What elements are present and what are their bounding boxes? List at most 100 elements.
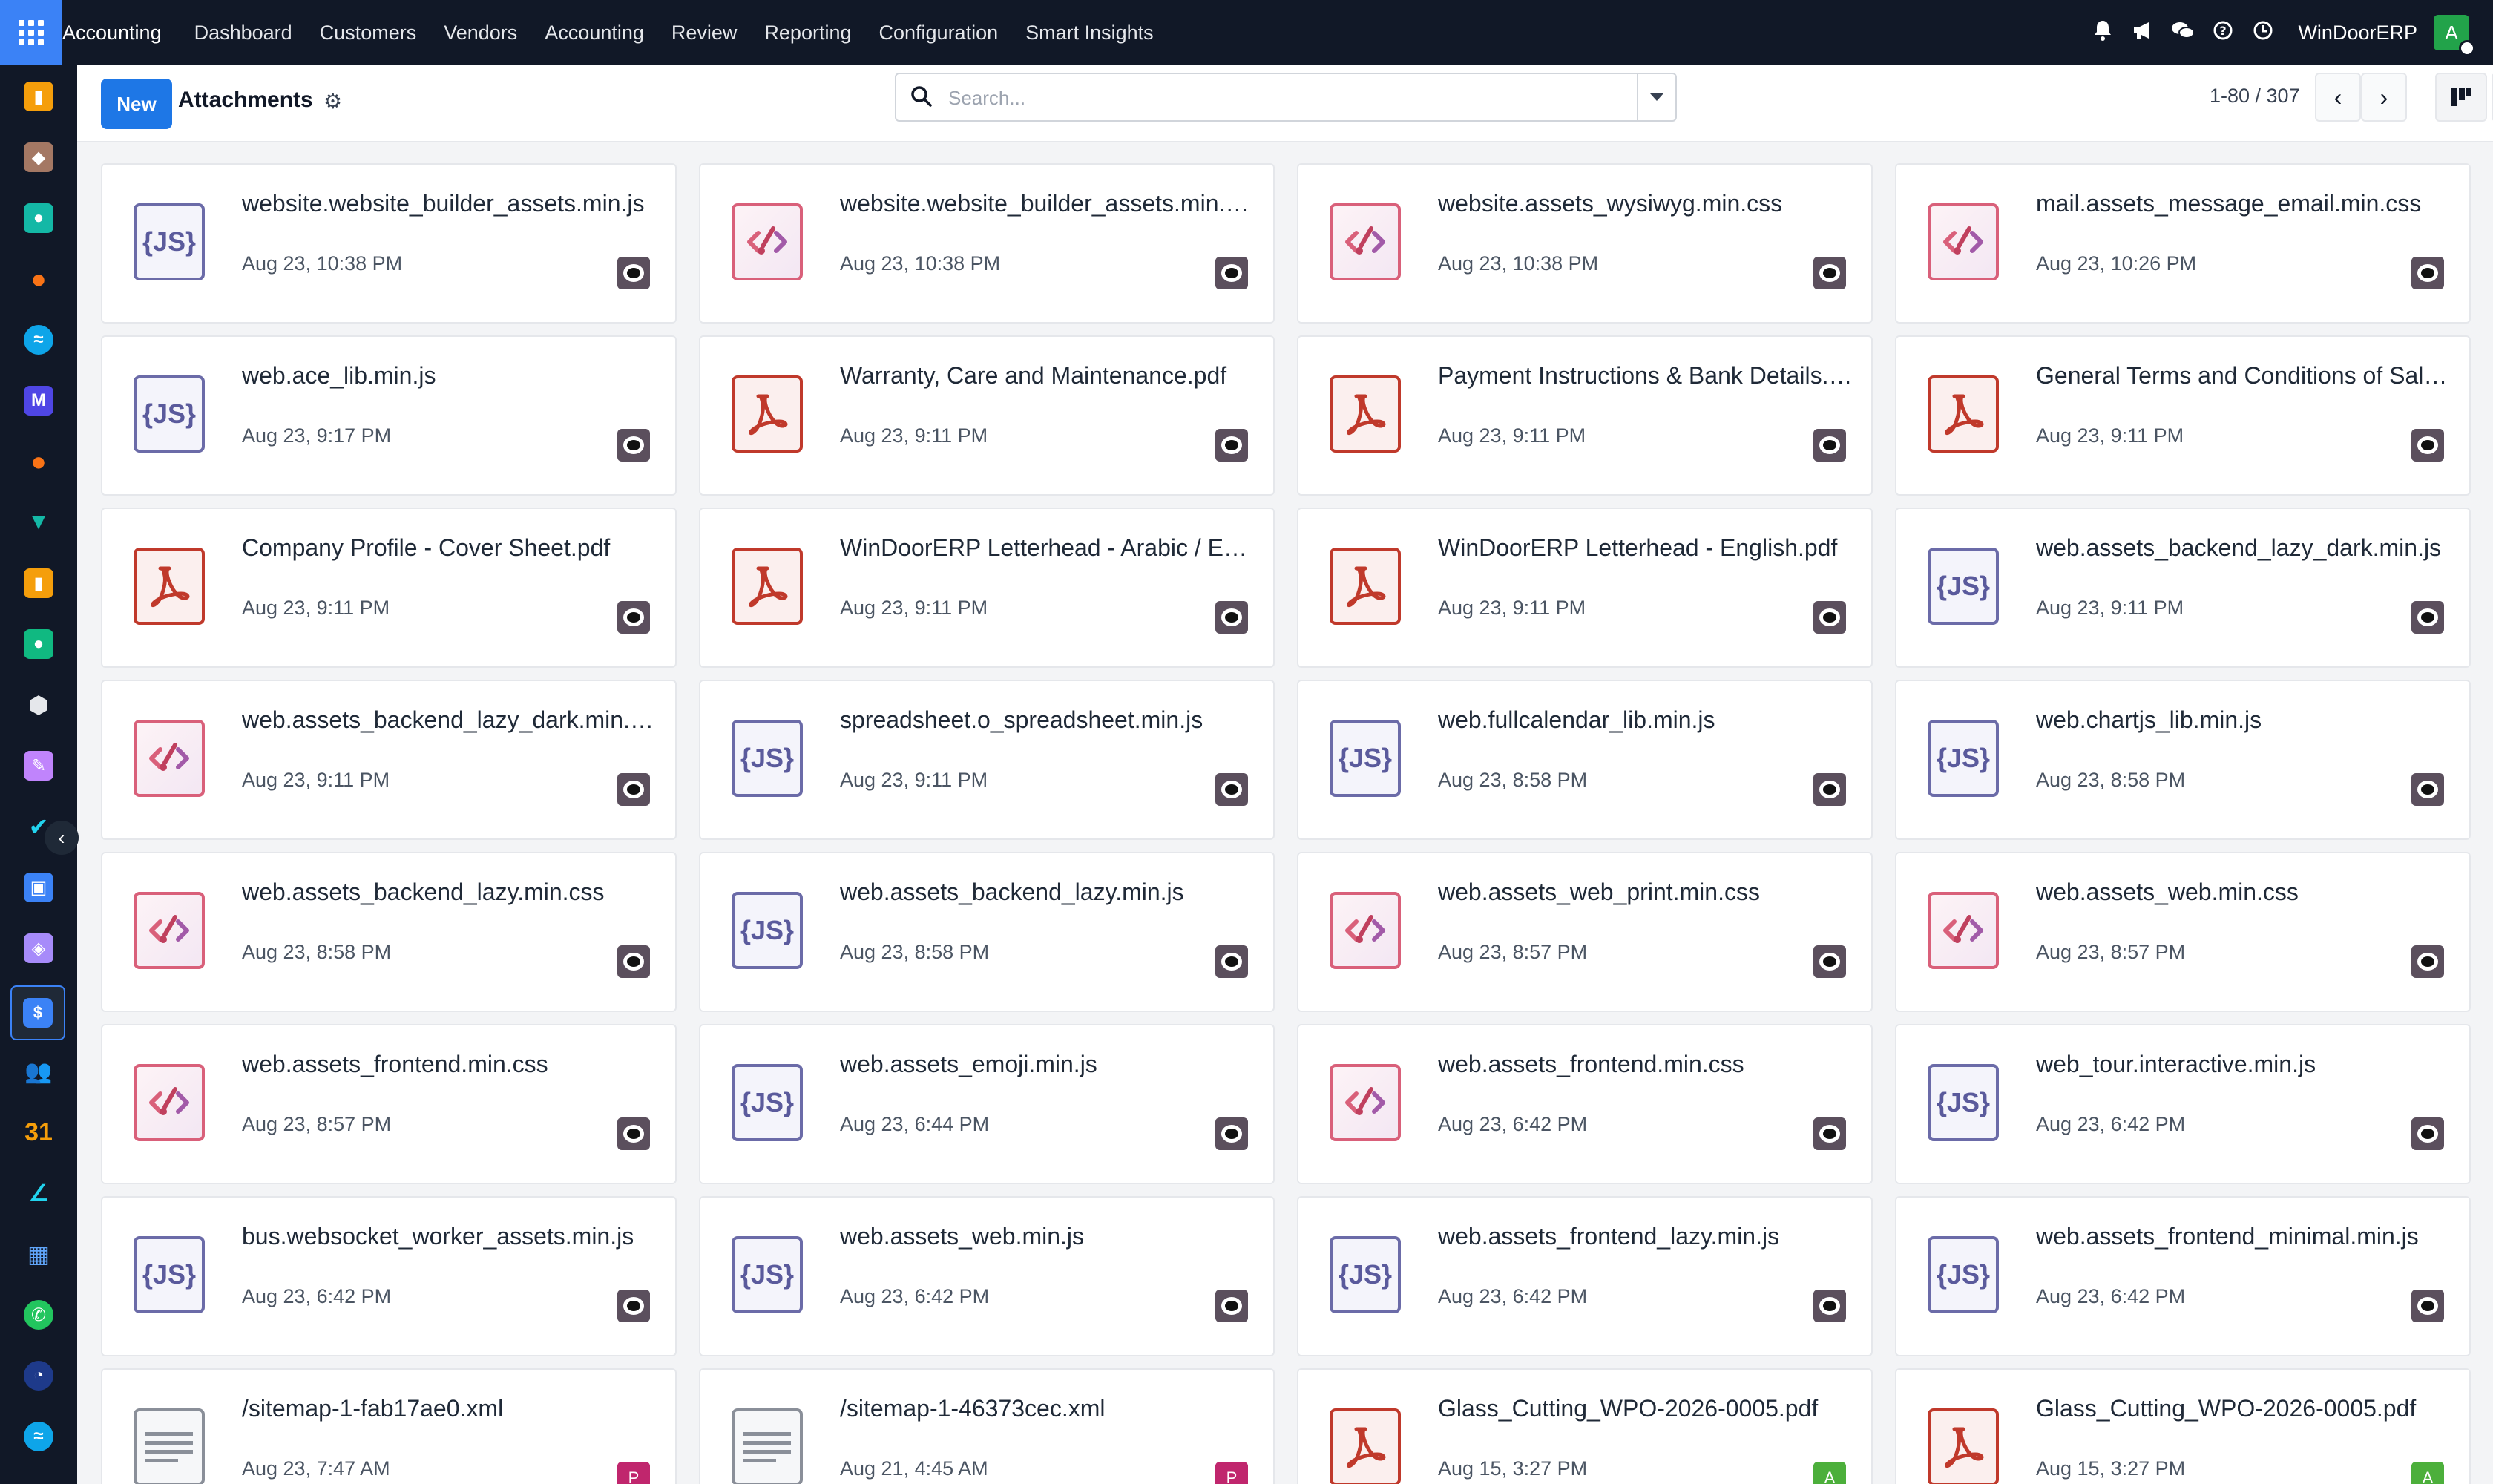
pdf-file-icon[interactable] — [134, 548, 205, 625]
rail-app-rental-icon[interactable]: ◆ — [24, 142, 53, 172]
attachment-card[interactable]: website.assets_wysiwyg.min.css Aug 23, 10… — [1297, 163, 1873, 324]
menu-item-customers[interactable]: Customers — [320, 22, 417, 45]
rail-collapse-button[interactable]: ‹ — [45, 821, 79, 855]
rail-app-dashboards-icon[interactable]: ▦ — [24, 1239, 53, 1269]
attachment-card[interactable]: {JS} web.chartjs_lib.min.js Aug 23, 8:58 P… — [1895, 680, 2471, 840]
new-button[interactable]: New — [101, 79, 172, 129]
owner-avatar-bot[interactable] — [2411, 429, 2444, 462]
owner-avatar-bot[interactable] — [1215, 945, 1248, 978]
app-switcher-button[interactable] — [0, 0, 62, 65]
owner-avatar-bot[interactable] — [617, 773, 650, 806]
owner-avatar-bot[interactable] — [1813, 773, 1846, 806]
owner-avatar-bot[interactable] — [1813, 429, 1846, 462]
owner-avatar-bot[interactable] — [617, 1290, 650, 1322]
owner-avatar-bot[interactable] — [1215, 1290, 1248, 1322]
attachment-card[interactable]: {JS} web.assets_web.min.js Aug 23, 6:42 PM — [699, 1196, 1275, 1356]
attachment-card[interactable]: {JS} web.assets_backend_lazy.min.js Aug 23… — [699, 852, 1275, 1012]
js-file-icon[interactable]: {JS} — [732, 1064, 803, 1141]
attachment-card[interactable]: web.assets_backend_lazy_dark.min.css Aug … — [101, 680, 677, 840]
css-file-icon[interactable] — [1330, 203, 1401, 280]
pdf-file-icon[interactable] — [1330, 548, 1401, 625]
attachment-card[interactable]: website.website_builder_assets.min.css Au… — [699, 163, 1275, 324]
rail-app-timesheet-icon[interactable]: ◔ — [24, 1361, 53, 1391]
js-file-icon[interactable]: {JS} — [732, 720, 803, 797]
js-file-icon[interactable]: {JS} — [134, 375, 205, 453]
rail-app-chat-icon[interactable]: ● — [24, 446, 53, 476]
rail-app-website2-icon[interactable]: ≈ — [24, 1422, 53, 1451]
attachment-card[interactable]: Glass_Cutting_WPO-2026-0005.pdf Aug 15, 3… — [1895, 1368, 2471, 1484]
attachment-card[interactable]: Company Profile - Cover Sheet.pdf Aug 23,… — [101, 508, 677, 668]
menu-item-reporting[interactable]: Reporting — [764, 22, 851, 45]
owner-avatar-bot[interactable] — [1215, 601, 1248, 634]
attachment-card[interactable]: {JS} web.assets_frontend_lazy.min.js Aug 2… — [1297, 1196, 1873, 1356]
js-file-icon[interactable]: {JS} — [732, 1236, 803, 1313]
owner-avatar[interactable]: A — [1813, 1462, 1846, 1484]
owner-avatar-bot[interactable] — [1215, 257, 1248, 289]
attachment-card[interactable]: {JS} web.assets_frontend_minimal.min.js Au… — [1895, 1196, 2471, 1356]
attachment-card[interactable]: mail.assets_message_email.min.css Aug 23,… — [1895, 163, 2471, 324]
owner-avatar-bot[interactable] — [1215, 1117, 1248, 1150]
attachment-card[interactable]: /sitemap-1-46373cec.xml Aug 21, 4:45 AM P — [699, 1368, 1275, 1484]
rail-app-discuss-icon[interactable]: ● — [24, 263, 53, 294]
menu-item-vendors[interactable]: Vendors — [444, 22, 517, 45]
rail-app-sign-icon[interactable]: ∠ — [24, 1178, 53, 1208]
attachment-card[interactable]: {JS} web.fullcalendar_lib.min.js Aug 23, 8… — [1297, 680, 1873, 840]
xml-file-icon[interactable] — [134, 1408, 205, 1484]
js-file-icon[interactable]: {JS} — [1928, 548, 1999, 625]
rail-app-inventory-icon[interactable]: ⬢ — [24, 690, 53, 720]
attachment-card[interactable]: web.assets_frontend.min.css Aug 23, 8:57 … — [101, 1024, 677, 1184]
js-file-icon[interactable]: {JS} — [1330, 720, 1401, 797]
gear-icon[interactable]: ⚙ — [323, 89, 342, 114]
clock-icon[interactable] — [2250, 20, 2276, 46]
css-file-icon[interactable] — [134, 1064, 205, 1141]
js-file-icon[interactable]: {JS} — [1928, 1236, 1999, 1313]
js-file-icon[interactable]: {JS} — [1928, 720, 1999, 797]
pdf-file-icon[interactable] — [1330, 375, 1401, 453]
css-file-icon[interactable] — [732, 203, 803, 280]
attachment-card[interactable]: WinDoorERP Letterhead - Arabic / English… — [699, 508, 1275, 668]
chat-icon[interactable] — [2170, 20, 2195, 46]
js-file-icon[interactable]: {JS} — [134, 203, 205, 280]
attachment-card[interactable]: General Terms and Conditions of Sale.pdf… — [1895, 335, 2471, 496]
menu-item-accounting[interactable]: Accounting — [545, 22, 644, 45]
owner-avatar-bot[interactable] — [617, 601, 650, 634]
pager-next-button[interactable]: › — [2361, 73, 2407, 122]
rail-app-team-icon[interactable]: 👥 — [24, 1057, 53, 1086]
rail-app-contacts-icon[interactable]: ● — [24, 203, 53, 233]
app-brand[interactable]: Accounting — [62, 22, 162, 45]
menu-item-smart-insights[interactable]: Smart Insights — [1025, 22, 1154, 45]
attachment-card[interactable]: {JS} website.website_builder_assets.min.j… — [101, 163, 677, 324]
owner-avatar-bot[interactable] — [2411, 773, 2444, 806]
menu-item-dashboard[interactable]: Dashboard — [194, 22, 292, 45]
owner-avatar-bot[interactable] — [1215, 429, 1248, 462]
attachment-card[interactable]: {JS} spreadsheet.o_spreadsheet.min.js Aug … — [699, 680, 1275, 840]
owner-avatar-bot[interactable] — [617, 1117, 650, 1150]
rail-app-employees-icon[interactable]: ● — [24, 629, 53, 659]
rail-app-website-icon[interactable]: ≈ — [24, 325, 53, 355]
owner-avatar-bot[interactable] — [2411, 601, 2444, 634]
menu-item-configuration[interactable]: Configuration — [879, 22, 999, 45]
xml-file-icon[interactable] — [732, 1408, 803, 1484]
megaphone-icon[interactable] — [2130, 20, 2155, 46]
pdf-file-icon[interactable] — [732, 375, 803, 453]
css-file-icon[interactable] — [1330, 1064, 1401, 1141]
owner-avatar[interactable]: P — [1215, 1462, 1248, 1484]
owner-avatar-bot[interactable] — [1215, 773, 1248, 806]
attachment-card[interactable]: /sitemap-1-fab17ae0.xml Aug 23, 7:47 AM P — [101, 1368, 677, 1484]
attachment-card[interactable]: Warranty, Care and Maintenance.pdf Aug 23… — [699, 335, 1275, 496]
rail-app-crm-icon[interactable]: ▼ — [24, 508, 53, 537]
owner-avatar-bot[interactable] — [1813, 1117, 1846, 1150]
menu-item-review[interactable]: Review — [671, 22, 738, 45]
rail-app-mail-icon[interactable]: M — [24, 386, 53, 416]
owner-avatar-bot[interactable] — [617, 945, 650, 978]
search-input[interactable] — [948, 80, 1586, 116]
owner-avatar-bot[interactable] — [617, 429, 650, 462]
help-icon[interactable]: ? — [2210, 20, 2236, 46]
owner-avatar-bot[interactable] — [1813, 1290, 1846, 1322]
company-switcher[interactable]: WinDoorERP — [2298, 22, 2417, 45]
owner-avatar-bot[interactable] — [1813, 945, 1846, 978]
pdf-file-icon[interactable] — [1928, 1408, 1999, 1484]
rail-app-accounting-icon[interactable]: ▮ — [24, 82, 53, 111]
js-file-icon[interactable]: {JS} — [134, 1236, 205, 1313]
user-avatar[interactable]: A — [2434, 15, 2475, 56]
